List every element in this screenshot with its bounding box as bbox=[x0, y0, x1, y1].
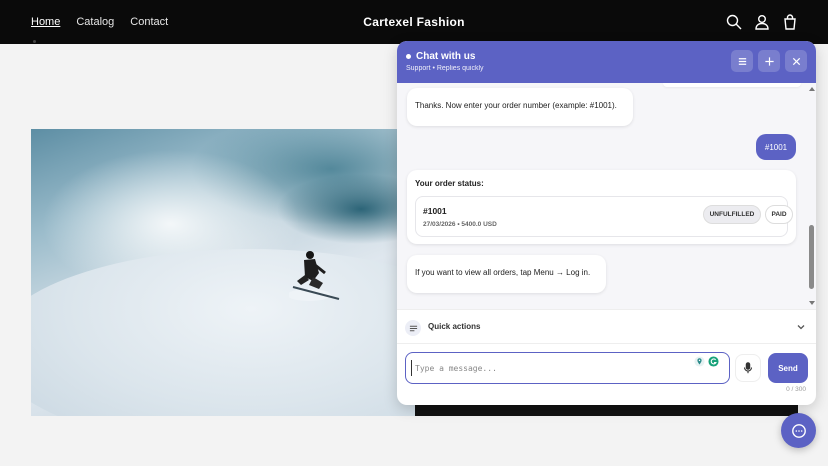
menu-icon bbox=[738, 57, 746, 65]
chat-launcher-button[interactable] bbox=[781, 413, 816, 448]
send-button[interactable]: Send bbox=[768, 353, 808, 383]
order-status-message: Your order status: #1001 27/03/2026 • 54… bbox=[407, 170, 796, 244]
online-status-dot bbox=[406, 54, 411, 59]
close-icon bbox=[792, 57, 800, 65]
chat-widget: Chat with us Support • Replies quickly T… bbox=[397, 41, 816, 405]
order-meta: 27/03/2026 • 5400.0 USD bbox=[423, 221, 497, 228]
nav-contact[interactable]: Contact bbox=[130, 16, 168, 28]
microphone-icon bbox=[743, 362, 753, 374]
quick-actions-toggle[interactable]: Quick actions bbox=[397, 309, 816, 344]
user-message: #1001 bbox=[756, 134, 796, 160]
order-card[interactable]: #1001 27/03/2026 • 5400.0 USD UNFULFILLE… bbox=[415, 196, 793, 237]
cart-icon[interactable] bbox=[782, 14, 798, 30]
chat-bubble-icon bbox=[791, 423, 806, 438]
grammar-assistant-icon[interactable] bbox=[708, 356, 719, 367]
character-counter: 0 / 300 bbox=[786, 386, 806, 393]
search-icon[interactable] bbox=[726, 14, 742, 30]
bot-message: Thanks. Now enter your order number (exa… bbox=[407, 88, 633, 126]
scrollbar-thumb[interactable] bbox=[809, 225, 814, 289]
nav-catalog[interactable]: Catalog bbox=[76, 16, 114, 28]
voice-input-button[interactable] bbox=[735, 354, 761, 382]
nav-home[interactable]: Home bbox=[31, 16, 60, 28]
chat-title: Chat with us bbox=[416, 51, 476, 62]
chat-subtitle: Support • Replies quickly bbox=[406, 65, 484, 72]
payment-badge: PAID bbox=[765, 205, 793, 224]
close-chat-button[interactable] bbox=[785, 50, 807, 72]
header-icons bbox=[726, 14, 798, 30]
store-header: Home Catalog Contact Cartexel Fashion bbox=[0, 0, 828, 44]
message-input-wrapper bbox=[405, 352, 730, 384]
list-icon bbox=[405, 320, 421, 336]
scroll-up-arrow[interactable] bbox=[809, 87, 815, 91]
chat-scrollbar[interactable] bbox=[808, 87, 815, 305]
order-status-label: Your order status: bbox=[415, 179, 484, 188]
content-marker bbox=[33, 40, 36, 43]
bot-hint-message: If you want to view all orders, tap Menu… bbox=[407, 255, 606, 293]
order-number: #1001 bbox=[423, 206, 447, 216]
previous-message-edge bbox=[663, 83, 801, 87]
scroll-down-arrow[interactable] bbox=[809, 301, 815, 305]
chat-header-actions bbox=[731, 50, 807, 72]
fulfillment-badge: UNFULFILLED bbox=[703, 205, 761, 224]
message-input[interactable] bbox=[411, 360, 681, 376]
chat-header: Chat with us Support • Replies quickly bbox=[397, 41, 816, 83]
account-icon[interactable] bbox=[754, 14, 770, 30]
snowboarder-figure bbox=[289, 251, 340, 301]
main-nav: Home Catalog Contact bbox=[31, 16, 168, 28]
new-chat-button[interactable] bbox=[758, 50, 780, 72]
chevron-down-icon bbox=[797, 325, 805, 330]
location-pin-icon[interactable] bbox=[694, 356, 705, 367]
hero-image-snowboarder bbox=[31, 129, 415, 416]
quick-actions-label: Quick actions bbox=[428, 322, 481, 331]
input-extension-icons bbox=[694, 356, 719, 367]
dark-section-strip bbox=[415, 405, 798, 416]
plus-icon bbox=[764, 56, 774, 66]
chat-menu-button[interactable] bbox=[731, 50, 753, 72]
